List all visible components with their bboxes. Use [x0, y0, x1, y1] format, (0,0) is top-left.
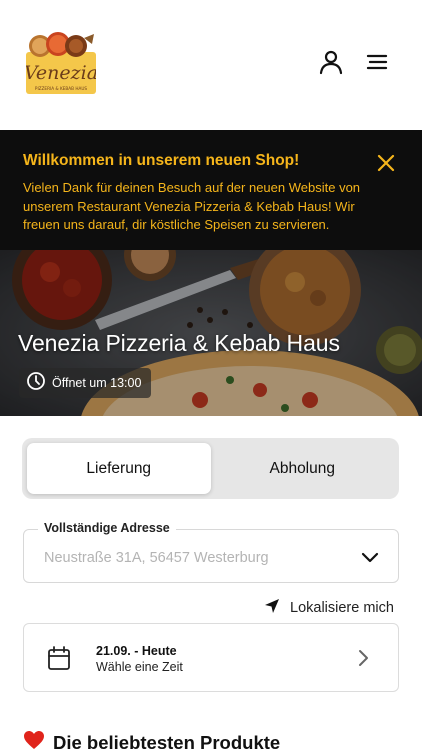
hero-image: Venezia Pizzeria & Kebab Haus Öffnet um … [0, 250, 422, 416]
pickup-option[interactable]: Abholung [211, 443, 395, 494]
time-selector[interactable]: 21.09. - Heute Wähle eine Zeit [23, 623, 399, 692]
user-icon [318, 49, 344, 80]
banner-title: Willkommen in unserem neuen Shop! [23, 152, 300, 169]
banner-close-button[interactable] [373, 152, 399, 178]
time-hint: Wähle eine Zeit [96, 660, 183, 674]
opening-status-badge: Öffnet um 13:00 [19, 368, 152, 398]
locate-me-button[interactable]: Lokalisiere mich [264, 598, 394, 618]
clock-icon [26, 371, 46, 396]
calendar-icon [47, 645, 71, 671]
popular-products-title: Die beliebtesten Produkte [53, 731, 281, 750]
banner-text: Vielen Dank für deinen Besuch auf der ne… [23, 180, 361, 232]
popular-products-heading: Die beliebtesten Produkte [23, 730, 280, 750]
welcome-banner: Willkommen in unserem neuen Shop! Vielen… [0, 130, 422, 250]
svg-text:PIZZERIA & KEBAB HAUS: PIZZERIA & KEBAB HAUS [35, 86, 87, 91]
account-button[interactable] [317, 50, 345, 78]
hamburger-menu-icon [365, 52, 389, 77]
address-label: Vollständige Adresse [38, 521, 176, 535]
restaurant-name: Venezia Pizzeria & Kebab Haus [18, 330, 340, 356]
header: Venezia PIZZERIA & KEBAB HAUS [0, 0, 422, 130]
restaurant-logo[interactable]: Venezia PIZZERIA & KEBAB HAUS [24, 32, 98, 94]
order-mode-toggle: Lieferung Abholung [22, 438, 399, 499]
delivery-option[interactable]: Lieferung [27, 443, 211, 494]
location-arrow-icon [264, 598, 280, 619]
chevron-right-icon [356, 648, 370, 668]
opening-status-text: Öffnet um 13:00 [52, 376, 142, 390]
selected-date: 21.09. - Heute [96, 644, 177, 658]
menu-button[interactable] [363, 50, 391, 78]
close-icon [376, 153, 396, 178]
chevron-down-icon[interactable] [360, 547, 380, 567]
svg-text:Venezia: Venezia [26, 62, 96, 84]
address-field[interactable]: Vollständige Adresse Neustraße 31A, 5645… [23, 521, 399, 583]
address-value: Neustraße 31A, 56457 Westerburg [44, 550, 269, 566]
heart-icon [23, 730, 45, 750]
locate-me-label: Lokalisiere mich [290, 600, 394, 616]
